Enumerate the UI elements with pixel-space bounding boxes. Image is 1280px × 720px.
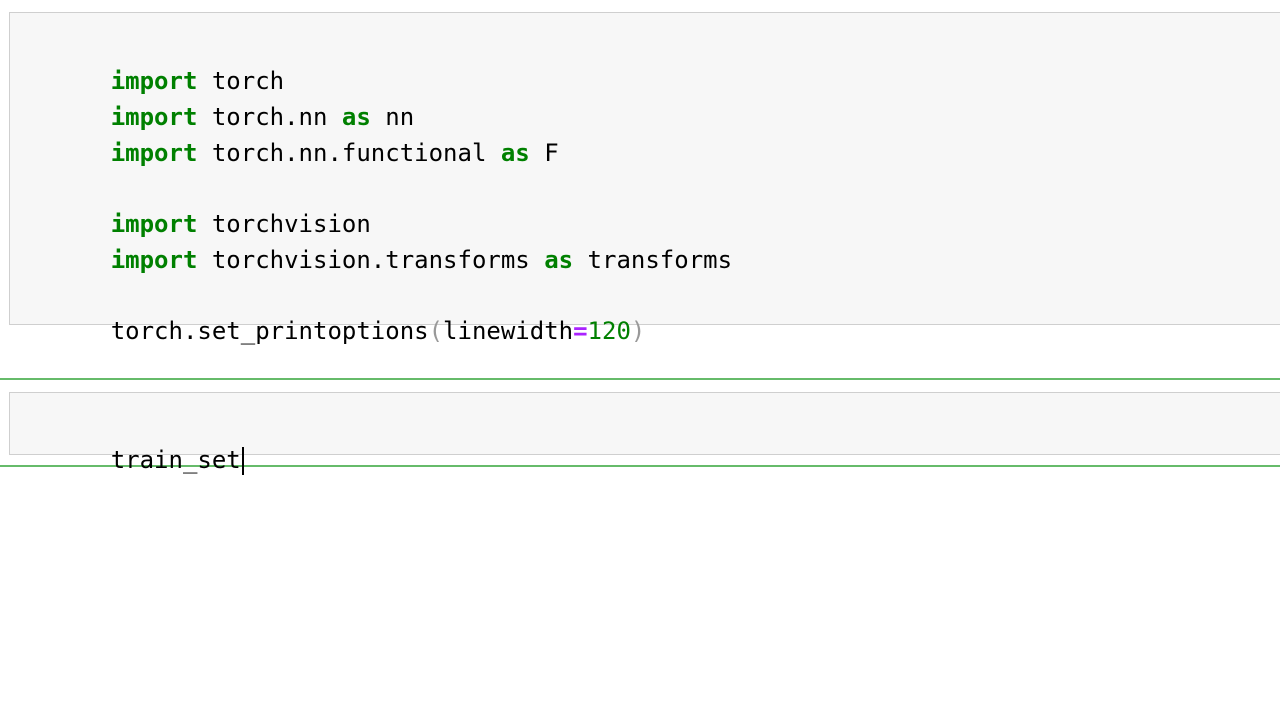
- code-cell-imports[interactable]: import torch import torch.nn as nn impor…: [9, 12, 1280, 345]
- paren: ): [630, 317, 646, 345]
- operator: =: [573, 317, 588, 345]
- code-text: train_set: [110, 446, 241, 474]
- keyword: as: [500, 139, 530, 167]
- code-line[interactable]: train_set: [24, 406, 244, 475]
- code-text: transforms: [573, 246, 733, 274]
- keyword: import: [110, 246, 198, 274]
- code-line: import torch: [24, 27, 284, 95]
- code-line: import torch.nn as nn: [24, 63, 414, 131]
- code-line: import torch.nn.functional as F: [24, 99, 559, 167]
- keyword: import: [110, 139, 198, 167]
- notebook: import torch import torch.nn as nn impor…: [0, 0, 1280, 720]
- keyword: as: [544, 246, 574, 274]
- code-line: import torchvision.transforms as transfo…: [24, 206, 732, 274]
- code-line: import torchvision: [24, 170, 371, 238]
- code-line: torch.set_printoptions(linewidth=120): [24, 277, 646, 345]
- code-text: torch.nn.functional: [197, 139, 501, 167]
- code-text: F: [529, 139, 559, 167]
- number: 120: [587, 317, 631, 345]
- code-cell-active[interactable]: train_set: [9, 392, 1280, 475]
- text-cursor: [241, 447, 244, 475]
- code-text: linewidth: [443, 317, 574, 345]
- code-text: torchvision.transforms: [197, 246, 545, 274]
- paren: (: [428, 317, 444, 345]
- code-text: torch.set_printoptions: [110, 317, 429, 345]
